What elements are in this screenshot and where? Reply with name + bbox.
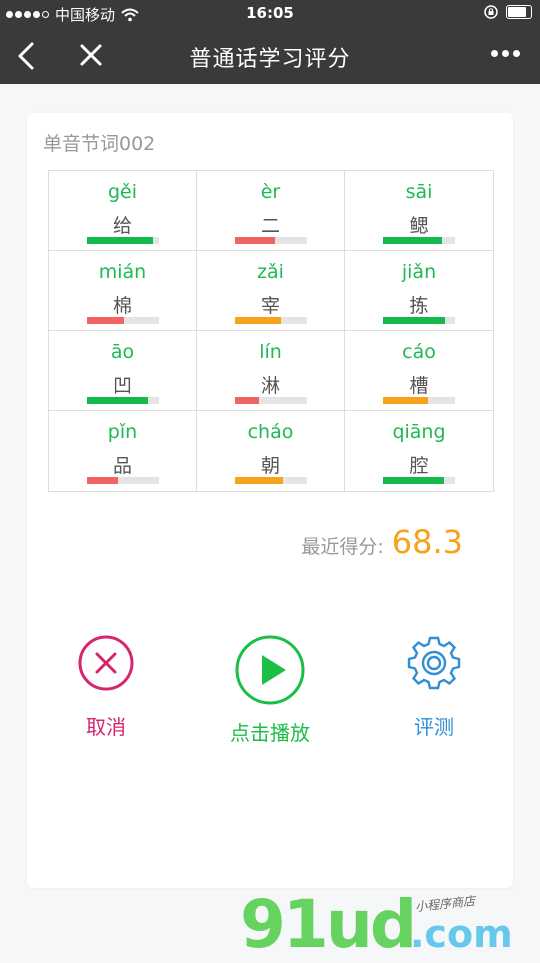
word-pinyin: zǎi [257, 261, 284, 283]
word-hanzi: 品 [112, 455, 132, 477]
word-pinyin: cháo [247, 421, 294, 443]
word-cell[interactable]: gěi 给 [49, 171, 197, 251]
status-right [484, 5, 532, 19]
score-bar-fill [87, 317, 125, 324]
word-hanzi: 鳃 [409, 215, 429, 237]
play-icon [235, 635, 305, 705]
play-button[interactable]: 点击播放 [200, 633, 340, 746]
score-bar-fill [235, 477, 284, 484]
score-bar-fill [383, 397, 428, 404]
score-bar [383, 397, 455, 404]
word-cell[interactable]: qiāng 腔 [345, 411, 493, 491]
orientation-lock-icon [484, 5, 498, 19]
cancel-button[interactable]: 取消 [36, 633, 176, 740]
word-hanzi: 腔 [409, 455, 429, 477]
word-card: 单音节词002 gěi 给 èr 二 sāi 鳃 mián 棉 zǎi 宰 jiǎn 拣 āo 凹 lín 淋… [27, 113, 513, 888]
word-hanzi: 朝 [260, 455, 280, 477]
word-cell[interactable]: cáo 槽 [345, 331, 493, 411]
score-bar [87, 317, 159, 324]
score-bar [235, 477, 307, 484]
watermark-logo: 91ud .com 小程序商店 [240, 886, 540, 963]
score-bar-fill [383, 237, 443, 244]
word-hanzi: 凹 [112, 375, 132, 397]
word-pinyin: èr [260, 181, 281, 203]
score-label: 最近得分: [301, 536, 384, 558]
gear-icon [407, 636, 461, 690]
score-bar-fill [383, 317, 445, 324]
cancel-label: 取消 [86, 715, 126, 739]
score-bar [235, 397, 307, 404]
score-bar [87, 237, 159, 244]
score-bar [235, 237, 307, 244]
score-bar [235, 317, 307, 324]
word-pinyin: sāi [405, 181, 433, 203]
score-bar [87, 477, 159, 484]
score-bar [383, 317, 455, 324]
more-icon [491, 50, 498, 57]
word-cell[interactable]: jiǎn 拣 [345, 251, 493, 331]
word-pinyin: gěi [107, 181, 138, 203]
word-cell[interactable]: zǎi 宰 [197, 251, 345, 331]
status-time: 16:05 [246, 4, 294, 22]
page-title: 普通话学习评分 [189, 47, 351, 72]
status-bar: 中国移动 16:05 [0, 0, 540, 28]
word-hanzi: 棉 [112, 295, 132, 317]
word-cell[interactable]: lín 淋 [197, 331, 345, 411]
score-bar-fill [383, 477, 445, 484]
more-button[interactable] [491, 50, 520, 57]
recent-score: 最近得分: 68.3 [301, 523, 463, 561]
evaluate-button[interactable]: 评测 [364, 633, 504, 740]
watermark-domain: .com [410, 912, 513, 956]
word-pinyin: cáo [402, 341, 436, 363]
word-hanzi: 槽 [409, 375, 429, 397]
score-bar [87, 397, 159, 404]
word-hanzi: 拣 [409, 295, 429, 317]
word-pinyin: mián [98, 261, 147, 283]
word-cell[interactable]: èr 二 [197, 171, 345, 251]
score-bar-fill [235, 317, 282, 324]
score-bar-fill [87, 397, 149, 404]
word-cell[interactable]: sāi 鳃 [345, 171, 493, 251]
score-bar [383, 237, 455, 244]
word-pinyin: lín [259, 341, 282, 363]
score-bar-fill [235, 397, 259, 404]
watermark-text: 91ud [240, 886, 417, 963]
word-hanzi: 淋 [260, 375, 280, 397]
cancel-icon [78, 635, 134, 691]
word-cell[interactable]: mián 棉 [49, 251, 197, 331]
battery-icon [506, 5, 532, 19]
word-cell[interactable]: āo 凹 [49, 331, 197, 411]
score-bar [383, 477, 455, 484]
card-title: 单音节词002 [43, 133, 156, 155]
play-label: 点击播放 [230, 721, 310, 745]
title-bar: 普通话学习评分 [0, 28, 540, 84]
score-bar-fill [87, 237, 154, 244]
word-grid: gěi 给 èr 二 sāi 鳃 mián 棉 zǎi 宰 jiǎn 拣 āo 凹 lín 淋 cáo 槽 pǐn 品… [48, 170, 494, 492]
word-pinyin: qiāng [392, 421, 446, 443]
word-pinyin: pǐn [107, 421, 138, 443]
score-bar-fill [87, 477, 118, 484]
score-value: 68.3 [391, 523, 463, 561]
score-bar-fill [235, 237, 275, 244]
word-hanzi: 给 [112, 215, 132, 237]
word-hanzi: 二 [260, 215, 280, 237]
word-hanzi: 宰 [260, 295, 280, 317]
word-cell[interactable]: cháo 朝 [197, 411, 345, 491]
word-pinyin: jiǎn [401, 261, 437, 283]
word-cell[interactable]: pǐn 品 [49, 411, 197, 491]
evaluate-label: 评测 [414, 715, 454, 739]
word-pinyin: āo [110, 341, 135, 363]
